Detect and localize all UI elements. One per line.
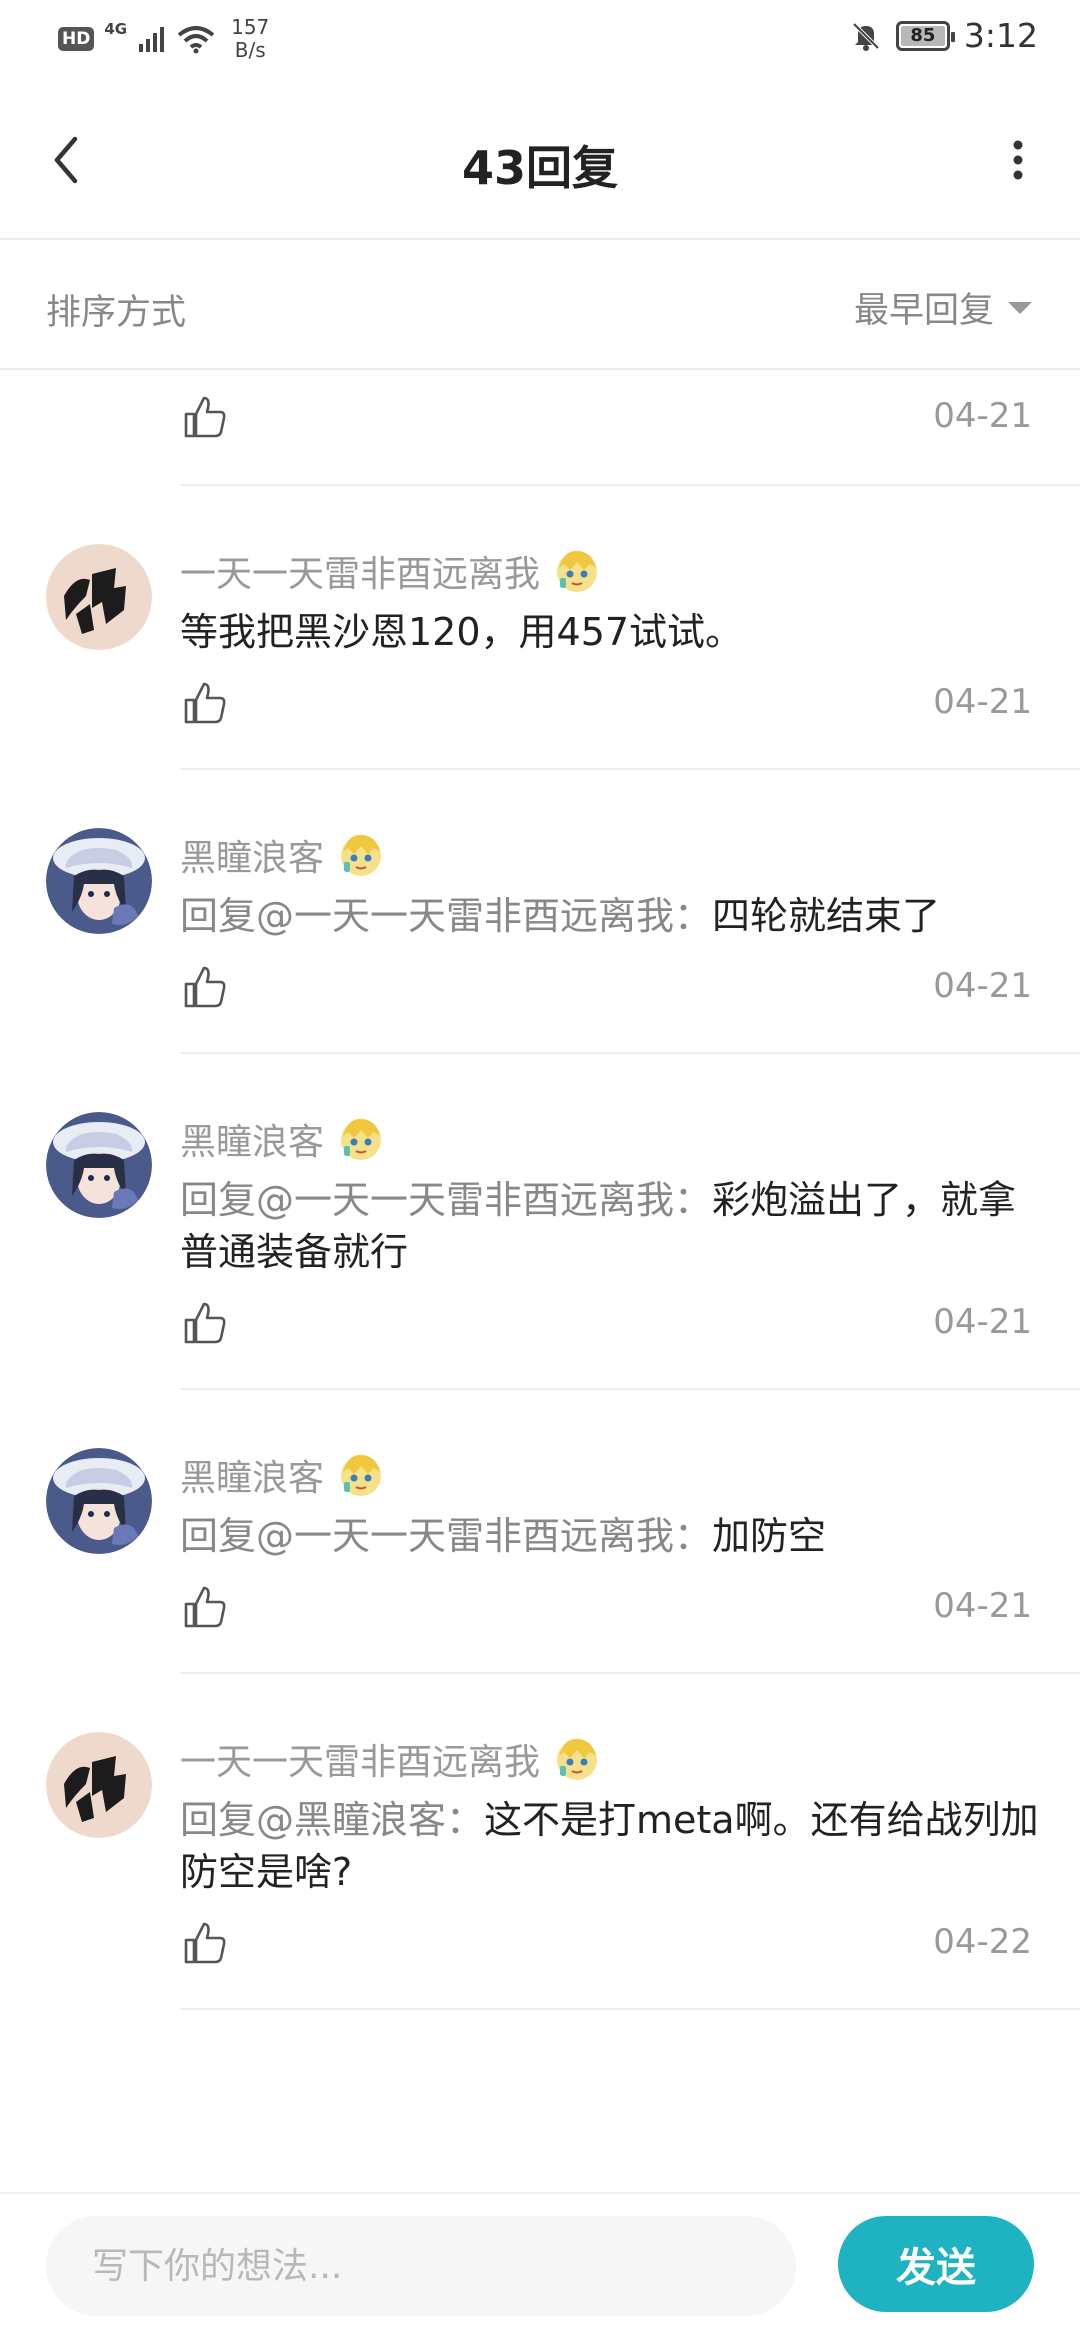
reply-item[interactable]: 一天一天雷非酉远离我 等我把黑沙恩120，用457试试。 04-21 [46, 486, 1080, 770]
username[interactable]: 黑瞳浪客 [180, 1449, 324, 1501]
thumbs-up-icon[interactable] [180, 1918, 230, 1968]
reply-date: 04-21 [933, 396, 1032, 436]
reply-meta: 04-21 [180, 658, 1080, 768]
reply-header: 一天一天雷非酉远离我 [180, 486, 1080, 596]
title-bar: 43回复 [0, 80, 1080, 240]
avatar[interactable] [46, 828, 152, 934]
reply-header: 一天一天雷非酉远离我 [180, 1674, 1080, 1784]
wifi-icon [177, 26, 215, 54]
thumbs-up-icon[interactable] [180, 962, 230, 1012]
avatar[interactable] [46, 1732, 152, 1838]
reply-header: 黑瞳浪客 [180, 1390, 1080, 1500]
speed-value: 157 [231, 15, 270, 39]
battery-icon: 85 [895, 20, 955, 51]
reply-date: 04-21 [933, 1586, 1032, 1626]
reply-content: 回复@一天一天雷非酉远离我：加防空 [180, 1510, 1080, 1562]
more-button[interactable] [988, 122, 1048, 198]
signal-icon [139, 27, 165, 52]
reply-item[interactable]: 黑瞳浪客 回复@一天一天雷非酉远离我：彩炮溢出了，就拿普通装备就行 04-21 [46, 1054, 1080, 1390]
avatar[interactable] [46, 1448, 152, 1554]
reply-content: 回复@一天一天雷非酉远离我：四轮就结束了 [180, 890, 1080, 942]
user-badge-icon [341, 1454, 382, 1496]
thumbs-up-icon[interactable] [180, 678, 230, 728]
reply-meta: 04-22 [180, 1898, 1080, 2008]
sort-bar: 排序方式 最早回复 [0, 242, 1080, 370]
reply-text: 加防空 [712, 1514, 827, 1558]
reply-header: 黑瞳浪客 [180, 1054, 1080, 1164]
reply-list: 04-21 一天一天雷非酉远离我 等我把黑沙恩120，用457试试。 04-21… [0, 372, 1080, 2010]
thumbs-up-icon[interactable] [180, 1582, 230, 1632]
reply-mention[interactable]: 回复@一天一天雷非酉远离我： [180, 1514, 712, 1558]
reply-content: 回复@黑瞳浪客：这不是打meta啊。还有给战列加防空是啥? [180, 1794, 1080, 1898]
caret-down-icon [1008, 301, 1032, 314]
reply-item[interactable]: 黑瞳浪客 回复@一天一天雷非酉远离我：加防空 04-21 [46, 1390, 1080, 1674]
reply-content: 回复@一天一天雷非酉远离我：彩炮溢出了，就拿普通装备就行 [180, 1174, 1080, 1278]
reply-item[interactable]: 黑瞳浪客 回复@一天一天雷非酉远离我：四轮就结束了 04-21 [46, 770, 1080, 1054]
reply-text: 四轮就结束了 [712, 894, 941, 938]
reply-date: 04-22 [933, 1922, 1032, 1962]
reply-text: 等我把黑沙恩120，用457试试。 [180, 610, 744, 654]
battery-level: 85 [910, 25, 936, 46]
send-button[interactable]: 发送 [838, 2216, 1034, 2312]
clock: 3:12 [963, 16, 1038, 55]
reply-item: 04-21 [180, 372, 1080, 486]
avatar[interactable] [46, 1112, 152, 1218]
more-vertical-icon [1013, 140, 1023, 180]
username[interactable]: 一天一天雷非酉远离我 [180, 1733, 540, 1785]
thumbs-up-icon[interactable] [180, 392, 230, 442]
thumbs-up-icon[interactable] [180, 1298, 230, 1348]
comment-input-bar: 发送 [0, 2192, 1080, 2340]
network-type: 4G [104, 20, 128, 38]
network-speed: 157 B/s [231, 16, 269, 62]
user-badge-icon [557, 550, 598, 592]
comment-input[interactable] [46, 2216, 796, 2316]
reply-meta: 04-21 [180, 1278, 1080, 1388]
reply-meta: 04-21 [180, 372, 1080, 484]
user-badge-icon [341, 1118, 382, 1160]
hd-indicator: HD [58, 27, 95, 51]
reply-date: 04-21 [933, 966, 1032, 1006]
username[interactable]: 黑瞳浪客 [180, 1113, 324, 1165]
reply-mention[interactable]: 回复@一天一天雷非酉远离我： [180, 1178, 712, 1222]
username[interactable]: 一天一天雷非酉远离我 [180, 545, 540, 597]
bell-muted-icon [852, 22, 880, 51]
reply-date: 04-21 [933, 1302, 1032, 1342]
reply-meta: 04-21 [180, 1562, 1080, 1672]
sort-dropdown[interactable]: 最早回复 [854, 282, 1032, 333]
avatar[interactable] [46, 544, 152, 650]
reply-mention[interactable]: 回复@黑瞳浪客： [180, 1798, 484, 1842]
username[interactable]: 黑瞳浪客 [180, 829, 324, 881]
reply-meta: 04-21 [180, 942, 1080, 1052]
reply-date: 04-21 [933, 682, 1032, 722]
status-left: HD 4G 157 B/s [58, 16, 269, 62]
sort-value: 最早回复 [853, 291, 994, 331]
status-bar: HD 4G 157 B/s 85 3:12 [0, 0, 1080, 80]
speed-unit: B/s [234, 38, 266, 62]
sort-label: 排序方式 [46, 293, 187, 333]
reply-item[interactable]: 一天一天雷非酉远离我 回复@黑瞳浪客：这不是打meta啊。还有给战列加防空是啥?… [46, 1674, 1080, 2010]
page-title: 43回复 [461, 141, 618, 195]
reply-mention[interactable]: 回复@一天一天雷非酉远离我： [180, 894, 712, 938]
user-badge-icon [557, 1738, 598, 1780]
status-right: 85 3:12 [850, 16, 1038, 55]
reply-header: 黑瞳浪客 [180, 770, 1080, 880]
user-badge-icon [341, 834, 382, 876]
